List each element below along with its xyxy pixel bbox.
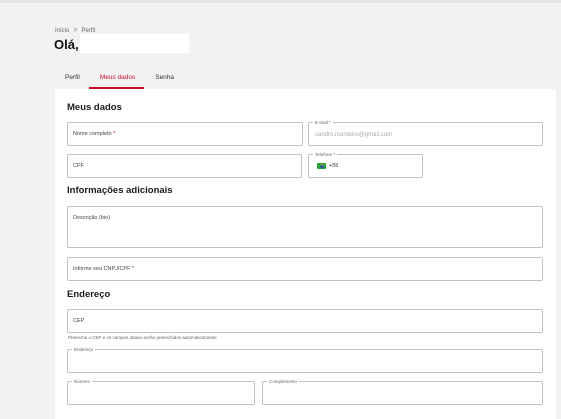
nome-completo-field[interactable]: Nome completo * (67, 122, 303, 146)
profile-tabs: Perfil Meus dados Senha (54, 71, 183, 89)
tab-senha[interactable]: Senha (144, 71, 183, 89)
breadcrumb-separator: > (73, 27, 78, 34)
endereco-field[interactable]: Endereço (67, 346, 543, 373)
cpf-field[interactable]: CPF (67, 154, 302, 178)
section-title-endereco: Endereço (67, 289, 111, 300)
cep-helper-text: Preencha o CEP e os campos abaixo serão … (68, 335, 217, 340)
top-strip (0, 0, 561, 3)
cep-field[interactable]: CEP (67, 309, 543, 333)
breadcrumb: Início > Perfil (55, 27, 95, 34)
telefone-ddi: +55 (329, 163, 339, 169)
breadcrumb-current: Perfil (81, 27, 96, 34)
cpf-placeholder: CPF (73, 163, 84, 169)
user-name-redacted (80, 34, 189, 53)
telefone-field[interactable]: Telefone * +55 (308, 151, 423, 178)
email-field[interactable]: E-mail * sandro.rcordeiro@gmail.com (308, 119, 543, 146)
breadcrumb-home-link[interactable]: Início (55, 28, 69, 34)
cnpj-cpf-field[interactable]: Informe seu CNPJ/CPF * (67, 257, 543, 281)
tab-meus-dados[interactable]: Meus dados (88, 71, 145, 89)
tab-perfil[interactable]: Perfil (54, 71, 89, 89)
descricao-textarea[interactable]: Descrição (bio) (67, 206, 543, 248)
complemento-legend: Complemento (267, 378, 300, 385)
descricao-placeholder: Descrição (bio) (73, 215, 110, 221)
telefone-legend: Telefone * (313, 151, 338, 158)
numero-field[interactable]: Número (67, 378, 255, 405)
section-title-meus-dados: Meus dados (67, 102, 122, 113)
endereco-legend: Endereço (72, 346, 96, 353)
email-value: sandro.rcordeiro@gmail.com (315, 132, 393, 138)
complemento-field[interactable]: Complemento (262, 378, 543, 405)
greeting-title: Olá, (54, 37, 79, 52)
email-legend: E-mail * (313, 119, 333, 126)
cep-placeholder: CEP (73, 318, 85, 324)
nome-completo-placeholder: Nome completo * (73, 131, 116, 137)
numero-legend: Número (72, 378, 93, 385)
cnpj-cpf-placeholder: Informe seu CNPJ/CPF * (73, 266, 135, 272)
brazil-flag-icon[interactable] (317, 163, 326, 169)
section-title-informacoes: Informações adicionais (67, 185, 173, 196)
